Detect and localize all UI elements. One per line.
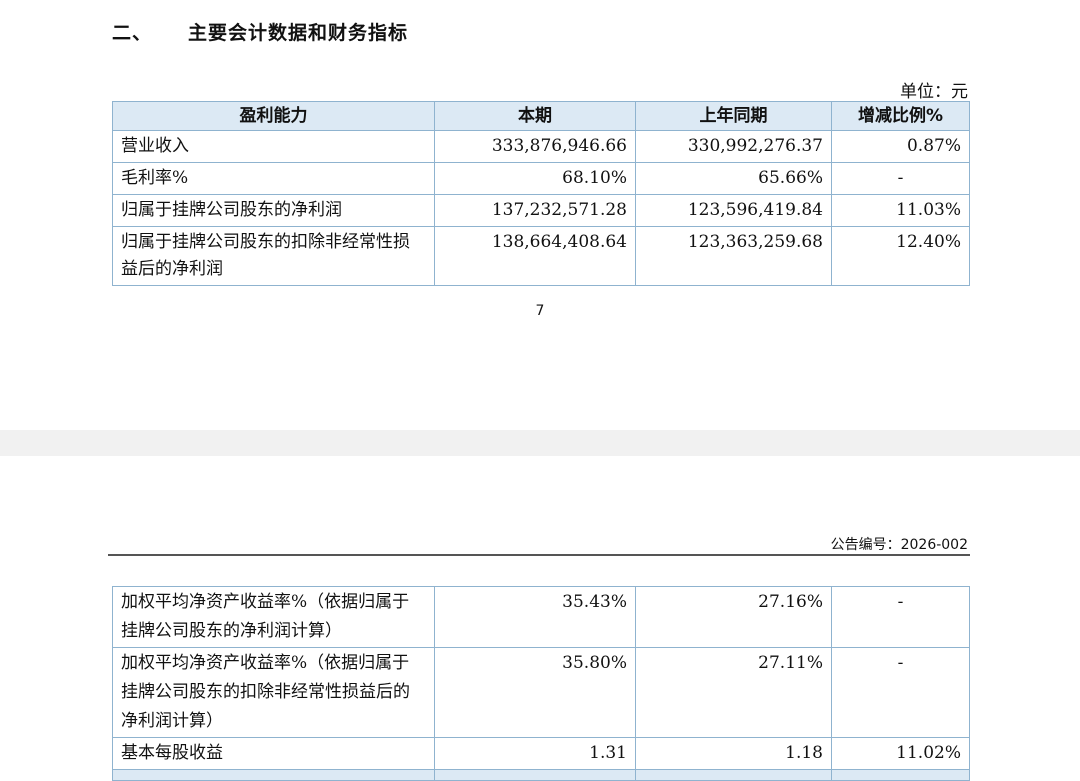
current-value: 35.43% (434, 586, 636, 648)
unit-label: 单位：元 (900, 82, 968, 102)
profitability-table: 盈利能力 本期 上年同期 增减比例% 营业收入 333,876,946.66 3… (112, 101, 970, 286)
column-header-change: 增减比例% (831, 101, 970, 131)
column-header-current-period: 本期 (434, 101, 636, 131)
row-label: 加权平均净资产收益率%（依据归属于挂牌公司股东的扣除非经常性损益后的净利润计算） (112, 647, 435, 738)
section-number: 二、 (112, 22, 153, 44)
section-heading: 二、 主要会计数据和财务指标 (112, 18, 408, 45)
table-row: 营业收入 333,876,946.66 330,992,276.37 0.87% (112, 130, 970, 163)
prior-value: 123,596,419.84 (635, 194, 832, 227)
prior-value: 65.66% (635, 162, 832, 195)
table-header-row: 盈利能力 本期 上年同期 增减比例% (112, 101, 970, 131)
change-value: - (831, 586, 970, 648)
prior-value: 330,992,276.37 (635, 130, 832, 163)
change-value: - (831, 647, 970, 738)
table-row: 基本每股收益 1.31 1.18 11.02% (112, 737, 970, 770)
prior-value: 27.11% (635, 647, 832, 738)
page-number: 7 (535, 303, 545, 319)
row-label: 归属于挂牌公司股东的净利润 (112, 194, 435, 227)
change-value: 12.40% (831, 226, 970, 286)
row-label: 基本每股收益 (112, 737, 435, 770)
row-label: 加权平均净资产收益率%（依据归属于挂牌公司股东的净利润计算） (112, 586, 435, 648)
current-value: 1.31 (434, 737, 636, 770)
return-indicators-table: 加权平均净资产收益率%（依据归属于挂牌公司股东的净利润计算） 35.43% 27… (112, 586, 970, 781)
current-value: 333,876,946.66 (434, 130, 636, 163)
change-value: 0.87% (831, 130, 970, 163)
table-row: 毛利率% 68.10% 65.66% - (112, 162, 970, 195)
prior-value: 1.18 (635, 737, 832, 770)
table-row: 加权平均净资产收益率%（依据归属于挂牌公司股东的扣除非经常性损益后的净利润计算）… (112, 647, 970, 738)
section-title: 主要会计数据和财务指标 (188, 22, 409, 44)
current-value: 137,232,571.28 (434, 194, 636, 227)
table-row: 加权平均净资产收益率%（依据归属于挂牌公司股东的净利润计算） 35.43% 27… (112, 586, 970, 648)
change-value: 11.02% (831, 737, 970, 770)
page-separator (0, 430, 1080, 456)
header-divider (108, 554, 970, 556)
current-value: 35.80% (434, 647, 636, 738)
prior-value: 123,363,259.68 (635, 226, 832, 286)
current-value: 68.10% (434, 162, 636, 195)
row-label: 营业收入 (112, 130, 435, 163)
prior-value: 27.16% (635, 586, 832, 648)
table-row: 归属于挂牌公司股东的净利润 137,232,571.28 123,596,419… (112, 194, 970, 227)
notice-number: 公告编号：2026-002 (830, 537, 968, 553)
table-row: 归属于挂牌公司股东的扣除非经常性损益后的净利润 138,664,408.64 1… (112, 226, 970, 286)
change-value: - (831, 162, 970, 195)
column-header-prior-period: 上年同期 (635, 101, 832, 131)
change-value: 11.03% (831, 194, 970, 227)
current-value: 138,664,408.64 (434, 226, 636, 286)
table-row-cut-off (112, 769, 970, 781)
column-header-indicator: 盈利能力 (112, 101, 435, 131)
row-label: 毛利率% (112, 162, 435, 195)
row-label: 归属于挂牌公司股东的扣除非经常性损益后的净利润 (112, 226, 435, 286)
